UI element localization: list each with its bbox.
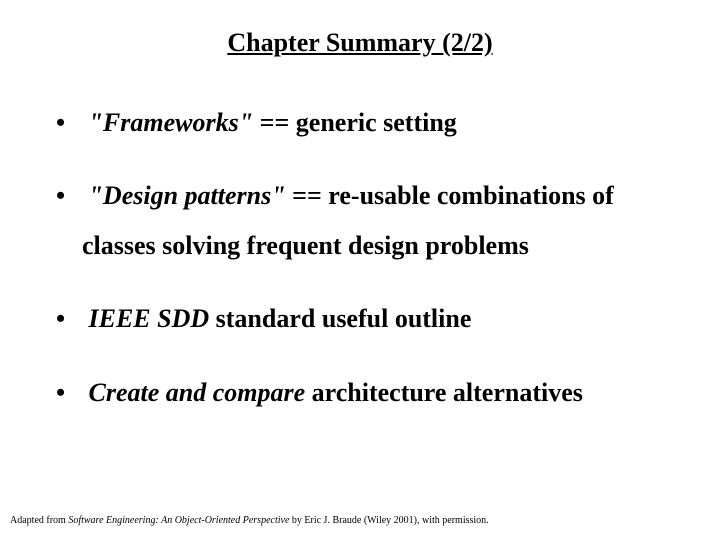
bullet-rest: standard useful outline [209,304,471,333]
bullet-emph: IEEE SDD [89,304,210,333]
slide: Chapter Summary (2/2) "Frameworks" == ge… [0,0,720,540]
slide-title: Chapter Summary (2/2) [30,28,690,58]
bullet-item: "Frameworks" == generic setting [30,98,690,147]
bullet-item: IEEE SDD standard useful outline [30,294,690,343]
bullet-emph: "Frameworks" [89,108,254,137]
bullet-emph: Create and compare [89,378,306,407]
footer-prefix: Adapted from [10,515,68,526]
bullet-item: "Design patterns" == re-usable combinati… [30,171,690,270]
bullet-list: "Frameworks" == generic setting "Design … [30,98,690,417]
bullet-emph: "Design patterns" [89,181,286,210]
footer-attribution: Adapted from Software Engineering: An Ob… [10,515,489,526]
bullet-item: Create and compare architecture alternat… [30,368,690,417]
bullet-rest: == generic setting [253,108,457,137]
footer-book-title: Software Engineering: An Object-Oriented… [68,515,289,526]
footer-suffix: by Eric J. Braude (Wiley 2001), with per… [289,515,488,526]
bullet-rest: architecture alternatives [305,378,583,407]
